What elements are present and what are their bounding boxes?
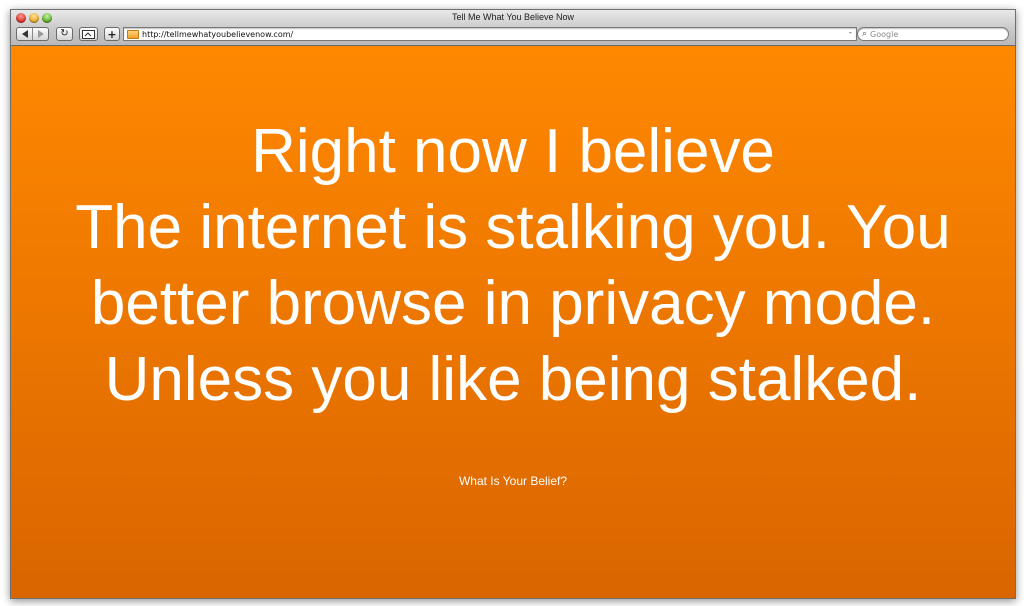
back-arrow-icon (21, 30, 28, 38)
browser-chrome: Tell Me What You Believe Now ↻ + http://… (11, 10, 1015, 46)
back-button[interactable] (17, 28, 32, 40)
add-bookmark-button[interactable]: + (104, 27, 120, 41)
forward-arrow-icon (37, 30, 44, 38)
belief-line: Right now I believe (251, 117, 775, 186)
back-forward-buttons (16, 27, 49, 41)
snapback-button[interactable] (79, 27, 98, 41)
search-input[interactable] (870, 29, 991, 39)
what-is-your-belief-link[interactable]: What Is Your Belief? (11, 474, 1015, 488)
url-text: http://tellmewhatyoubelievenow.com/ (142, 29, 294, 39)
search-engine-toggle[interactable]: - (849, 28, 852, 37)
toolbar: ↻ + http://tellmewhatyoubelievenow.com/ … (11, 25, 1015, 44)
reload-button[interactable]: ↻ (56, 27, 73, 41)
page-content: Right now I believe The internet is stal… (11, 46, 1015, 598)
forward-button[interactable] (32, 28, 48, 40)
snapback-icon (82, 29, 95, 39)
search-field[interactable]: ⌕ (857, 27, 1009, 41)
belief-statement: Right now I believe The internet is stal… (31, 114, 995, 418)
search-icon: ⌕ (862, 29, 868, 39)
belief-line: better browse in privacy mode. (90, 269, 936, 338)
site-favicon-icon (127, 29, 139, 39)
reload-icon: ↻ (60, 28, 69, 39)
address-bar[interactable]: http://tellmewhatyoubelievenow.com/ (123, 27, 857, 41)
browser-window: Tell Me What You Believe Now ↻ + http://… (10, 9, 1016, 599)
window-title: Tell Me What You Believe Now (451, 12, 575, 22)
belief-line: The internet is stalking you. You (75, 193, 951, 262)
belief-line: Unless you like being stalked. (104, 345, 922, 414)
add-bookmark-label: + (107, 27, 117, 41)
